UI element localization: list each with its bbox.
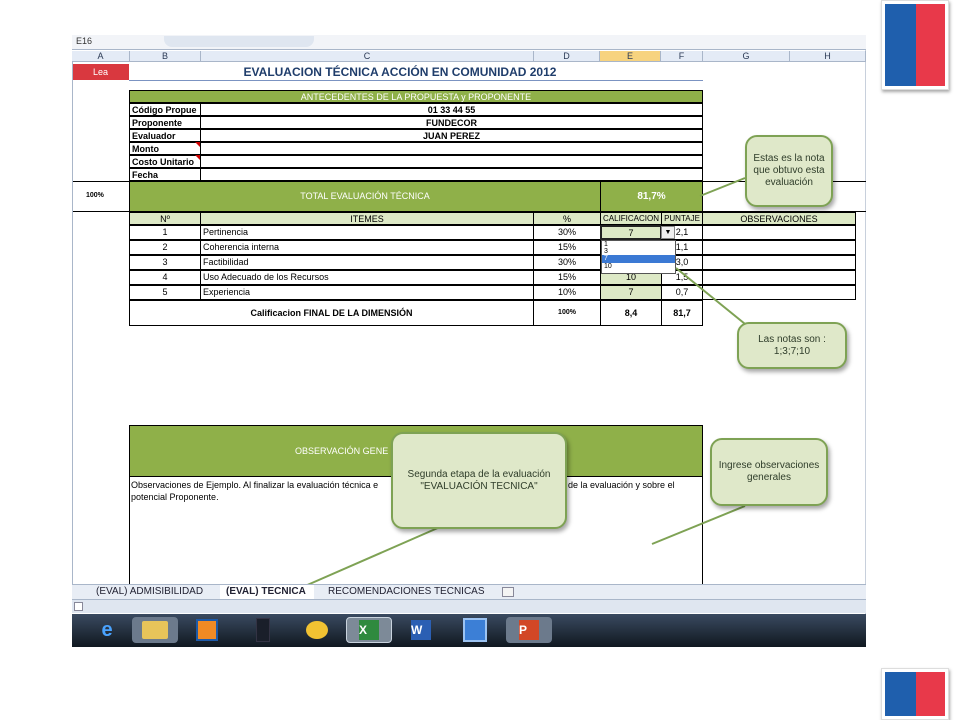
tab-recomendaciones[interactable]: RECOMENDACIONES TECNICAS (328, 585, 488, 599)
powerpoint-icon[interactable]: P (506, 617, 552, 643)
pointer-ingrese (651, 505, 746, 545)
word-icon[interactable]: W (398, 617, 444, 643)
internet-explorer-icon[interactable]: e (84, 617, 130, 643)
callout-nota: Estas es la nota que obtuvo esta evaluac… (745, 135, 833, 207)
excel-icon[interactable]: X (346, 617, 392, 643)
sheet-tabs-bar: (EVAL) ADMISIBILIDAD (EVAL) TECNICA RECO… (72, 584, 866, 599)
taskbar: e X W P (72, 614, 866, 647)
outlook-icon[interactable] (294, 617, 340, 643)
media-player-icon[interactable] (184, 617, 230, 643)
new-sheet-icon[interactable] (502, 587, 514, 597)
tab-tecnica-active[interactable]: (EVAL) TECNICA (220, 585, 314, 599)
tab-admisibilidad[interactable]: (EVAL) ADMISIBILIDAD (94, 585, 219, 599)
status-bar (72, 599, 866, 613)
reader-icon[interactable] (452, 617, 498, 643)
callout-ingrese: Ingrese observaciones generales (710, 438, 828, 506)
callout-segunda: Segunda etapa de la evaluación "EVALUACI… (391, 432, 567, 529)
app-icon[interactable] (240, 617, 286, 643)
pointer-notas (675, 267, 751, 329)
callout-notas: Las notas son : 1;3;7;10 (737, 322, 847, 369)
status-icon[interactable] (74, 602, 83, 611)
folder-icon[interactable] (132, 617, 178, 643)
pointer-segunda (304, 526, 441, 587)
pointer-nota (699, 177, 746, 197)
